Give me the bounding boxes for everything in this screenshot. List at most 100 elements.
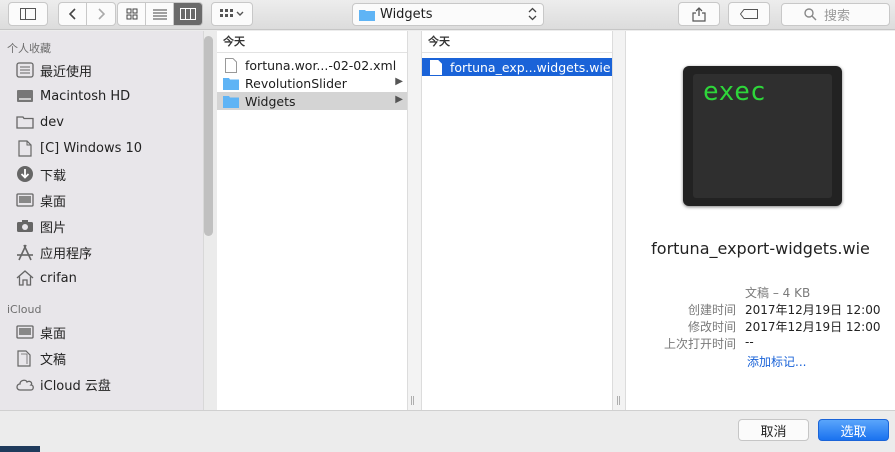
forward-button[interactable] xyxy=(87,3,115,25)
sidebar-item-label: iCloud 云盘 xyxy=(40,378,111,394)
sidebar-item-label: 应用程序 xyxy=(40,246,93,262)
folder-icon xyxy=(359,10,375,21)
add-tags-link[interactable]: 添加标记... xyxy=(747,353,806,370)
list-item[interactable]: Widgets ▶ xyxy=(217,92,407,110)
sidebar-item-desktop[interactable]: 桌面 xyxy=(15,189,66,211)
sidebar-item-label: 桌面 xyxy=(40,194,67,210)
icon-view-button[interactable] xyxy=(118,3,146,25)
sidebar-item-label: crifan xyxy=(40,270,77,286)
sidebar-item-windows[interactable]: [C] Windows 10 xyxy=(15,137,142,159)
path-popup[interactable]: Widgets xyxy=(352,3,544,26)
search-input[interactable]: 搜索 xyxy=(781,3,890,26)
column-view-button[interactable] xyxy=(174,3,202,25)
home-icon xyxy=(16,270,34,286)
sidebar-item-label: 最近使用 xyxy=(40,64,93,80)
created-label: 创建时间 xyxy=(687,303,736,317)
folder-icon xyxy=(16,116,34,129)
back-forward-control xyxy=(58,2,116,26)
bottom-bar: 取消 选取 xyxy=(0,410,895,452)
camera-icon xyxy=(17,220,33,232)
preview-filename: fortuna_export-widgets.wie xyxy=(651,239,870,258)
sidebar-item-icloud-desktop[interactable]: 桌面 xyxy=(15,321,66,343)
sidebar-item-label: 文稿 xyxy=(40,352,67,368)
applications-icon xyxy=(17,244,33,260)
browser-column-2: 今天 fortuna_exp...widgets.wie xyxy=(422,31,613,410)
columns-icon xyxy=(180,8,196,20)
list-item[interactable]: fortuna.wor...-02-02.xml xyxy=(217,56,407,74)
updown-chevron-icon xyxy=(528,7,537,21)
column-divider xyxy=(408,31,422,410)
document-icon xyxy=(430,59,442,75)
created-value: 2017年12月19日 12:00 xyxy=(745,303,881,317)
sidebar-item-icloud-documents[interactable]: 文稿 xyxy=(15,347,66,369)
exec-icon-text: exec xyxy=(703,77,766,107)
disclosure-arrow-icon: ▶ xyxy=(395,94,403,105)
back-button[interactable] xyxy=(59,3,87,25)
sidebar-item-dev[interactable]: dev xyxy=(15,111,64,133)
sidebar-icon xyxy=(20,8,36,20)
cancel-button[interactable]: 取消 xyxy=(738,419,809,441)
document-icon xyxy=(225,57,237,73)
arrange-icon xyxy=(220,9,244,17)
browser-column-1: 今天 fortuna.wor...-02-02.xml RevolutionSl… xyxy=(217,31,415,410)
cloud-icon xyxy=(16,379,34,391)
tag-button[interactable] xyxy=(728,2,770,26)
sidebar-item-label: dev xyxy=(40,114,64,130)
download-icon xyxy=(17,166,33,182)
preview-kind-size: 文稿 – 4 KB xyxy=(745,286,811,300)
search-placeholder: 搜索 xyxy=(824,9,851,24)
sidebar-item-icloud-drive[interactable]: iCloud 云盘 xyxy=(15,373,111,395)
last-opened-label: 上次打开时间 xyxy=(663,337,736,351)
desktop-icon xyxy=(16,193,34,207)
list-item-label: fortuna_exp...widgets.wie xyxy=(450,59,611,75)
modified-label: 修改时间 xyxy=(687,320,736,334)
column-header: 今天 xyxy=(217,31,407,53)
arrange-button[interactable] xyxy=(211,2,253,26)
last-opened-value: -- xyxy=(745,335,754,349)
sidebar-item-applications[interactable]: 应用程序 xyxy=(15,241,92,263)
share-icon xyxy=(692,7,706,22)
terminal-exec-icon: exec xyxy=(683,66,842,206)
harddrive-icon xyxy=(17,90,33,102)
toolbar: Widgets 搜索 xyxy=(0,0,895,30)
sidebar-item-home[interactable]: crifan xyxy=(15,267,77,289)
disclosure-arrow-icon: ▶ xyxy=(395,76,403,87)
chevron-left-icon xyxy=(68,8,76,20)
share-button[interactable] xyxy=(678,2,720,26)
sidebar-item-label: 图片 xyxy=(40,220,67,236)
sidebar-scrollbar-thumb[interactable] xyxy=(204,36,213,236)
icloud-header: iCloud xyxy=(7,303,42,316)
list-item[interactable]: fortuna_exp...widgets.wie xyxy=(422,58,612,76)
sidebar-item-downloads[interactable]: 下载 xyxy=(15,163,66,185)
sidebar-item-pictures[interactable]: 图片 xyxy=(15,215,66,237)
search-icon xyxy=(804,8,817,21)
folder-icon xyxy=(223,77,239,90)
sidebar-item-label: [C] Windows 10 xyxy=(40,140,143,156)
chevron-right-icon xyxy=(98,8,105,20)
folder-icon xyxy=(223,95,239,108)
document-icon xyxy=(18,139,32,157)
grid-icon xyxy=(126,8,137,20)
list-item-label: Widgets xyxy=(245,93,296,109)
sidebar-toggle-button[interactable] xyxy=(8,2,48,26)
desktop-icon xyxy=(16,325,34,339)
column-header: 今天 xyxy=(422,31,612,53)
list-item[interactable]: RevolutionSlider ▶ xyxy=(217,74,407,92)
sidebar-item-label: 下载 xyxy=(40,168,67,184)
sidebar-item-macintosh-hd[interactable]: Macintosh HD xyxy=(15,85,130,107)
list-item-label: RevolutionSlider xyxy=(245,75,347,91)
list-view-button[interactable] xyxy=(146,3,174,25)
sidebar-item-label: 桌面 xyxy=(40,326,67,342)
recents-icon xyxy=(16,62,34,78)
favorites-header: 个人收藏 xyxy=(7,42,51,55)
list-item-label: fortuna.wor...-02-02.xml xyxy=(245,57,397,73)
choose-button[interactable]: 选取 xyxy=(818,419,889,441)
window-corner xyxy=(0,446,40,452)
document-icon xyxy=(17,349,31,367)
path-label: Widgets xyxy=(380,7,433,22)
view-mode-control xyxy=(117,2,203,26)
modified-value: 2017年12月19日 12:00 xyxy=(745,320,881,334)
sidebar-item-recents[interactable]: 最近使用 xyxy=(15,59,92,81)
column-divider xyxy=(613,31,626,410)
preview-pane: exec fortuna_export-widgets.wie 文稿 – 4 K… xyxy=(626,31,895,410)
